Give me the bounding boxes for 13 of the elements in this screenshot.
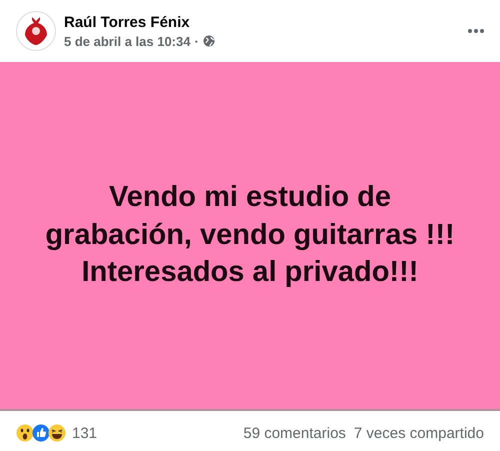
laughing-emoji-icon xyxy=(48,424,66,442)
more-options-icon[interactable] xyxy=(468,29,484,33)
globe-icon xyxy=(202,35,215,47)
wow-emoji-icon xyxy=(16,424,34,442)
reaction-count[interactable]: 131 xyxy=(72,424,236,442)
post-text: Vendo mi estudio de grabación, vendo guitarras !!! Interesados al privado!!! xyxy=(44,180,456,290)
separator-dot: · xyxy=(194,34,199,48)
like-icon xyxy=(32,424,50,442)
comments-count[interactable]: 59 comentarios xyxy=(243,424,346,442)
post-timestamp[interactable]: 5 de abril a las 10:34 xyxy=(64,34,190,48)
author-name[interactable]: Raúl Torres Fénix xyxy=(64,14,460,30)
shares-count[interactable]: 7 veces compartido xyxy=(354,424,484,442)
profile-avatar[interactable] xyxy=(16,11,56,51)
